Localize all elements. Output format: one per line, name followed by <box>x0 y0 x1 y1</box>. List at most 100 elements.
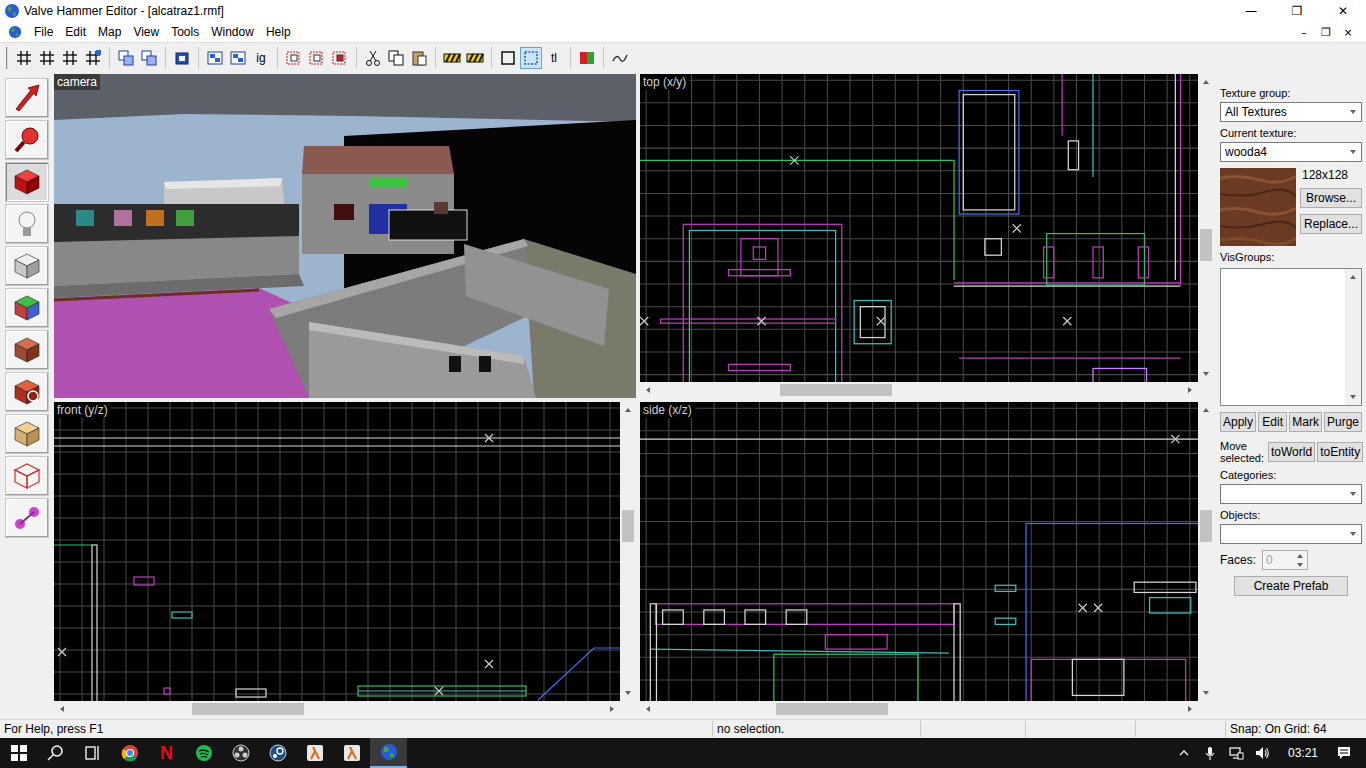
brush[interactable] <box>1072 659 1123 695</box>
toolbar-button[interactable] <box>306 47 328 69</box>
toolbar-button[interactable] <box>464 47 486 69</box>
notifications-icon[interactable] <box>1336 745 1352 761</box>
brush[interactable] <box>1093 247 1103 278</box>
brush-edge[interactable] <box>954 282 1180 283</box>
brush[interactable] <box>1047 234 1145 285</box>
tool-button[interactable] <box>5 498 49 538</box>
view-canvas[interactable]: side (x/z) <box>640 402 1198 701</box>
hammer-taskbar-button[interactable] <box>370 738 407 768</box>
brush-edge[interactable] <box>358 690 526 691</box>
visgroup-button[interactable]: Edit <box>1258 412 1287 432</box>
scroll-thumb[interactable] <box>622 510 634 542</box>
menu-item[interactable]: Window <box>205 25 260 39</box>
brush[interactable] <box>753 247 765 259</box>
toolbar-button[interactable] <box>59 47 81 69</box>
brush[interactable] <box>134 577 154 585</box>
horizontal-scrollbar[interactable] <box>640 382 1198 398</box>
texture-group-select[interactable]: All Textures <box>1220 102 1362 122</box>
brush[interactable] <box>689 230 835 382</box>
brush-edge[interactable] <box>1061 74 1062 136</box>
document-control-button[interactable]: × <box>1338 24 1358 40</box>
brush[interactable] <box>985 239 1001 255</box>
scroll-thumb[interactable] <box>780 384 892 396</box>
brush-edge[interactable] <box>54 437 620 438</box>
side-viewport[interactable]: side (x/z) <box>640 402 1214 717</box>
vertical-scrollbar[interactable] <box>1198 402 1214 701</box>
side-map-view[interactable] <box>640 402 1198 701</box>
brush[interactable] <box>963 95 1014 210</box>
brush-edge[interactable] <box>640 160 954 279</box>
netflix-taskbar-button[interactable]: N <box>148 738 185 768</box>
document-control-button[interactable]: ❐ <box>1316 24 1336 40</box>
menu-item[interactable]: Map <box>92 25 127 39</box>
brush[interactable] <box>860 307 885 338</box>
document-control-button[interactable]: – <box>1294 24 1314 40</box>
menu-item[interactable]: View <box>127 25 165 39</box>
vertical-scrollbar[interactable] <box>620 402 636 701</box>
move-button[interactable]: toEntity <box>1317 442 1363 462</box>
toolbar-button[interactable] <box>227 47 249 69</box>
toolbar-button[interactable] <box>520 47 542 69</box>
brush[interactable] <box>1044 247 1054 278</box>
tool-button[interactable] <box>5 456 49 496</box>
objects-select[interactable] <box>1220 524 1362 544</box>
brush[interactable] <box>358 686 526 696</box>
menu-item[interactable]: Edit <box>59 25 92 39</box>
mic-icon[interactable] <box>1202 745 1218 761</box>
brush-edge[interactable] <box>538 648 620 700</box>
dropdown-button[interactable] <box>1345 103 1361 121</box>
faces-spinner[interactable]: 0 <box>1262 550 1308 570</box>
scroll-thumb[interactable] <box>776 703 888 715</box>
brush[interactable] <box>704 610 725 624</box>
clock[interactable]: 03:21 <box>1280 746 1326 760</box>
start-taskbar-button[interactable] <box>0 738 37 768</box>
toolbar-button[interactable] <box>138 47 160 69</box>
brush[interactable] <box>663 610 684 624</box>
brush-edge[interactable] <box>1092 74 1093 177</box>
replace-button[interactable]: Replace... <box>1300 214 1362 234</box>
tool-button[interactable] <box>5 330 49 370</box>
brushes[interactable] <box>54 434 620 701</box>
current-texture-select[interactable]: wooda4 <box>1220 142 1362 162</box>
brushes[interactable] <box>640 74 1180 382</box>
chrome-taskbar-button[interactable] <box>111 738 148 768</box>
obs-taskbar-button[interactable] <box>222 738 259 768</box>
scroll-thumb[interactable] <box>192 703 304 715</box>
scroll-thumb[interactable] <box>1200 229 1212 261</box>
brush-edge[interactable] <box>54 445 620 446</box>
camera-scene[interactable] <box>54 74 636 398</box>
view-canvas[interactable]: top (x/y) <box>640 74 1198 382</box>
restore-button[interactable]: ❐ <box>1274 0 1320 22</box>
taskview-taskbar-button[interactable] <box>74 738 111 768</box>
dropdown-button[interactable] <box>1345 143 1361 161</box>
toolbar-button[interactable] <box>115 47 137 69</box>
document-menu[interactable] <box>0 25 28 39</box>
network-icon[interactable] <box>1228 745 1244 761</box>
halflife-taskbar-button[interactable] <box>296 738 333 768</box>
toolbar-button[interactable] <box>362 47 384 69</box>
brush[interactable] <box>1093 368 1147 382</box>
brush[interactable] <box>825 635 887 649</box>
brush[interactable] <box>655 604 954 625</box>
brush-edge[interactable] <box>959 358 1180 359</box>
camera-viewport[interactable]: camera <box>54 74 636 398</box>
vertical-scrollbar[interactable] <box>1198 74 1214 382</box>
tool-button[interactable] <box>5 288 49 328</box>
toolbar-button[interactable] <box>171 47 193 69</box>
tool-button[interactable] <box>5 120 49 160</box>
menu-item[interactable]: File <box>28 25 59 39</box>
toolbar-button[interactable] <box>283 47 305 69</box>
brush[interactable] <box>661 319 836 323</box>
tool-button[interactable] <box>5 246 49 286</box>
categories-select[interactable] <box>1220 484 1362 504</box>
tool-button[interactable] <box>5 78 49 118</box>
toolbar-button[interactable] <box>609 47 631 69</box>
toolbar-button[interactable] <box>82 47 104 69</box>
brush[interactable] <box>236 689 266 697</box>
move-button[interactable]: toWorld <box>1268 442 1315 462</box>
toolbar-button[interactable] <box>385 47 407 69</box>
brush[interactable] <box>1026 523 1198 701</box>
brush[interactable] <box>1134 582 1196 592</box>
brush-edge[interactable] <box>1180 74 1181 285</box>
toolbar-button[interactable] <box>408 47 430 69</box>
